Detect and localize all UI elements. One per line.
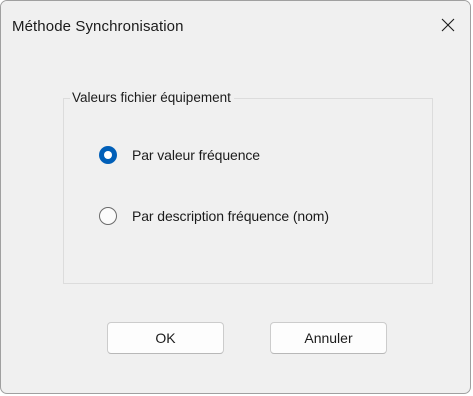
window-title: Méthode Synchronisation: [12, 18, 184, 35]
close-button[interactable]: [426, 1, 470, 49]
radio-option-par-valeur-frequence[interactable]: Par valeur fréquence: [99, 146, 260, 164]
sync-method-groupbox: [63, 98, 433, 284]
radio-label: Par valeur fréquence: [132, 147, 260, 163]
cancel-button[interactable]: Annuler: [270, 322, 387, 354]
radio-label: Par description fréquence (nom): [132, 208, 329, 224]
close-icon: [441, 18, 455, 32]
ok-button[interactable]: OK: [107, 322, 224, 354]
title-bar[interactable]: Méthode Synchronisation: [1, 1, 470, 49]
groupbox-legend: Valeurs fichier équipement: [70, 90, 234, 106]
radio-button-unchecked[interactable]: [99, 207, 117, 225]
radio-button-checked[interactable]: [99, 146, 117, 164]
radio-option-par-description-frequence[interactable]: Par description fréquence (nom): [99, 207, 329, 225]
